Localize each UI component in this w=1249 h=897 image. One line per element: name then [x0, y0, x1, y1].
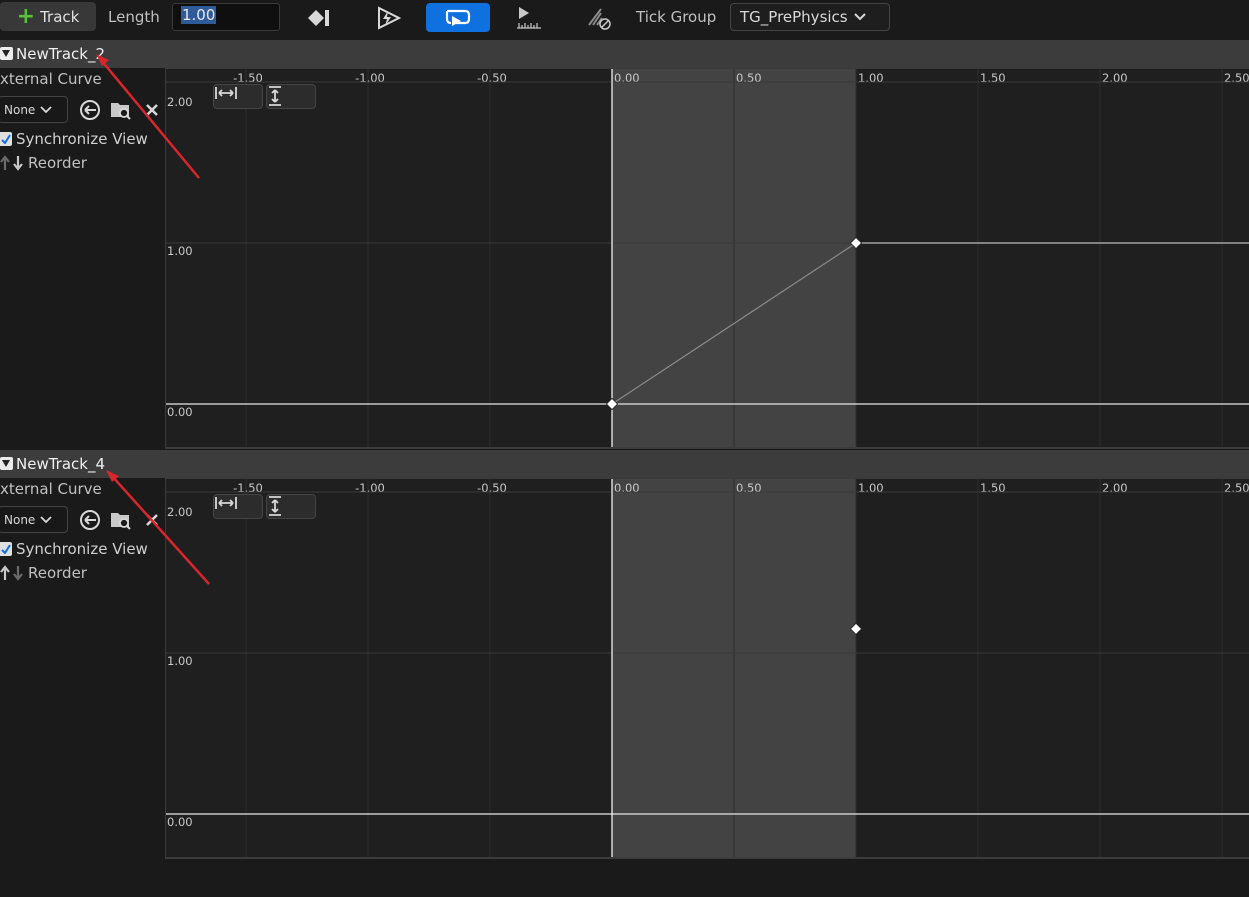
- x-tick-label: 1.50: [980, 71, 1006, 85]
- curve-graph[interactable]: -1.50 -1.00 -0.50 0.00 0.50 1.00 1.50 2.00 2.50 2…: [165, 68, 1249, 449]
- external-curve-select[interactable]: None: [0, 506, 68, 533]
- tick-group-select[interactable]: TG_PrePhysics: [730, 3, 890, 31]
- reorder-control[interactable]: Reorder: [0, 564, 87, 582]
- x-tick-label: 2.00: [1102, 71, 1128, 85]
- loop-icon[interactable]: [426, 3, 490, 32]
- x-tick-label: -1.00: [355, 71, 385, 85]
- y-tick-label: 0.00: [167, 815, 193, 829]
- x-tick-label: 2.50: [1224, 71, 1249, 85]
- collapse-triangle-icon[interactable]: [0, 457, 13, 470]
- track-name: NewTrack_4: [16, 455, 106, 473]
- use-selected-asset-icon[interactable]: [78, 508, 102, 532]
- zoom-to-fit-vertical-button[interactable]: [266, 494, 316, 519]
- track-header[interactable]: NewTrack_4: [0, 450, 1249, 478]
- add-key-icon[interactable]: [300, 3, 336, 32]
- chevron-down-icon: [853, 13, 866, 21]
- x-tick-label: 2.50: [1224, 481, 1249, 495]
- autoplay-icon[interactable]: [370, 3, 406, 32]
- length-input[interactable]: 1.00: [172, 3, 280, 31]
- synchronize-view-checkbox[interactable]: Synchronize View: [0, 130, 148, 148]
- external-curve-label: xternal Curve: [0, 70, 102, 88]
- y-tick-label: 1.00: [167, 244, 193, 258]
- clear-icon[interactable]: [140, 508, 164, 532]
- curve-graph-canvas[interactable]: -1.50 -1.00 -0.50 0.00 0.50 1.00 1.50 2.00 2.50 2…: [166, 479, 1249, 857]
- x-tick-label: 0.50: [736, 71, 762, 85]
- x-tick-label: 1.00: [858, 481, 884, 495]
- curve-graph[interactable]: -1.50 -1.00 -0.50 0.00 0.50 1.00 1.50 2.00 2.50 2…: [165, 478, 1249, 859]
- y-tick-label: 0.00: [167, 405, 193, 419]
- x-tick-label: -0.50: [477, 71, 507, 85]
- y-tick-label: 2.00: [167, 95, 193, 109]
- track-header[interactable]: NewTrack_2: [0, 40, 1249, 68]
- x-tick-label: 0.50: [736, 481, 762, 495]
- browse-asset-icon[interactable]: [109, 508, 133, 532]
- collapse-triangle-icon[interactable]: [0, 47, 13, 60]
- length-label: Length: [108, 8, 160, 26]
- reorder-arrows-icon: [0, 565, 23, 581]
- clear-icon[interactable]: [140, 98, 164, 122]
- add-track-label: Track: [40, 7, 80, 26]
- synchronize-view-checkbox[interactable]: Synchronize View: [0, 540, 148, 558]
- chevron-down-icon: [40, 105, 52, 113]
- reorder-control[interactable]: Reorder: [0, 154, 87, 172]
- track-side-panel: xternal Curve None Synchronize View Reor…: [0, 478, 165, 856]
- add-track-button[interactable]: + Track: [0, 2, 96, 31]
- checkmark-icon: [0, 542, 12, 556]
- tick-group-label: Tick Group: [636, 8, 717, 26]
- chevron-down-icon: [40, 515, 52, 523]
- zoom-to-fit-horizontal-button[interactable]: [213, 84, 263, 109]
- x-tick-label: 2.00: [1102, 481, 1128, 495]
- checkmark-icon: [0, 132, 12, 146]
- replicated-icon[interactable]: [580, 3, 616, 32]
- y-tick-label: 1.00: [167, 654, 193, 668]
- use-last-keyframe-icon[interactable]: [510, 3, 546, 32]
- plus-icon: +: [16, 3, 36, 29]
- x-tick-label: -1.50: [233, 481, 263, 495]
- reorder-arrows-icon: [0, 155, 23, 171]
- x-tick-label: 1.50: [980, 481, 1006, 495]
- x-tick-label: -1.00: [355, 481, 385, 495]
- x-tick-label: 0.00: [614, 71, 640, 85]
- zoom-to-fit-horizontal-button[interactable]: [213, 494, 263, 519]
- timeline-toolbar: + Track Length 1.00 Tick Group TG_PrePhy…: [0, 0, 1249, 40]
- track-side-panel: xternal Curve None Synchronize View Reor…: [0, 68, 165, 446]
- x-tick-label: 1.00: [858, 71, 884, 85]
- track-name: NewTrack_2: [16, 45, 106, 63]
- x-tick-label: 0.00: [614, 481, 640, 495]
- browse-asset-icon[interactable]: [109, 98, 133, 122]
- external-curve-label: xternal Curve: [0, 480, 102, 498]
- x-tick-label: -0.50: [477, 481, 507, 495]
- external-curve-select[interactable]: None: [0, 96, 68, 123]
- y-tick-label: 2.00: [167, 505, 193, 519]
- curve-graph-canvas[interactable]: -1.50 -1.00 -0.50 0.00 0.50 1.00 1.50 2.00 2.50 2…: [166, 69, 1249, 447]
- x-tick-label: -1.50: [233, 71, 263, 85]
- zoom-to-fit-vertical-button[interactable]: [266, 84, 316, 109]
- use-selected-asset-icon[interactable]: [78, 98, 102, 122]
